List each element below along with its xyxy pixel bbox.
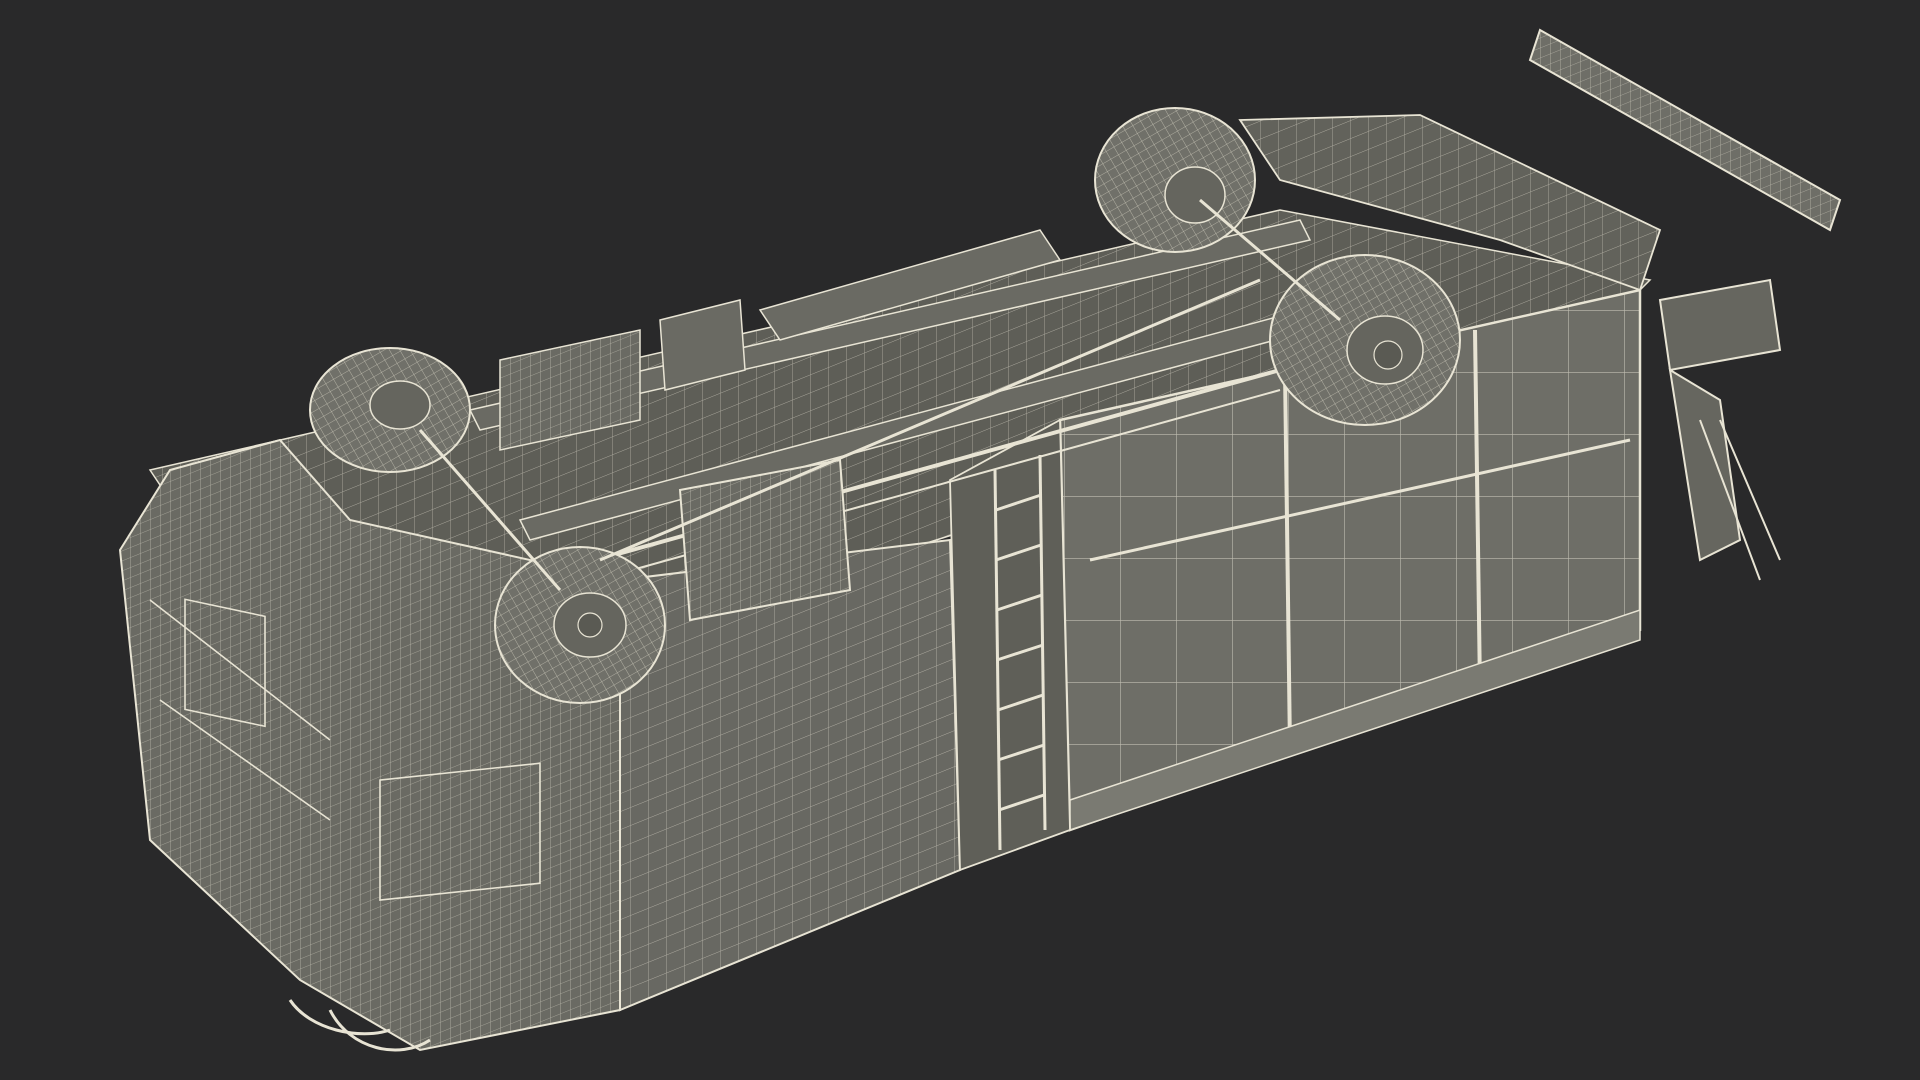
rear-equipment [1658,278,1782,581]
wireframe-truck-render [118,28,1842,1052]
front-wheel-left [309,347,471,473]
front-wheel-right [494,546,666,704]
rear-wheel-left [1094,107,1256,253]
truck-body [118,28,1842,1052]
render-viewport [0,0,1920,1080]
mid-section [949,418,1071,872]
rear-wheel-right [1269,254,1461,426]
